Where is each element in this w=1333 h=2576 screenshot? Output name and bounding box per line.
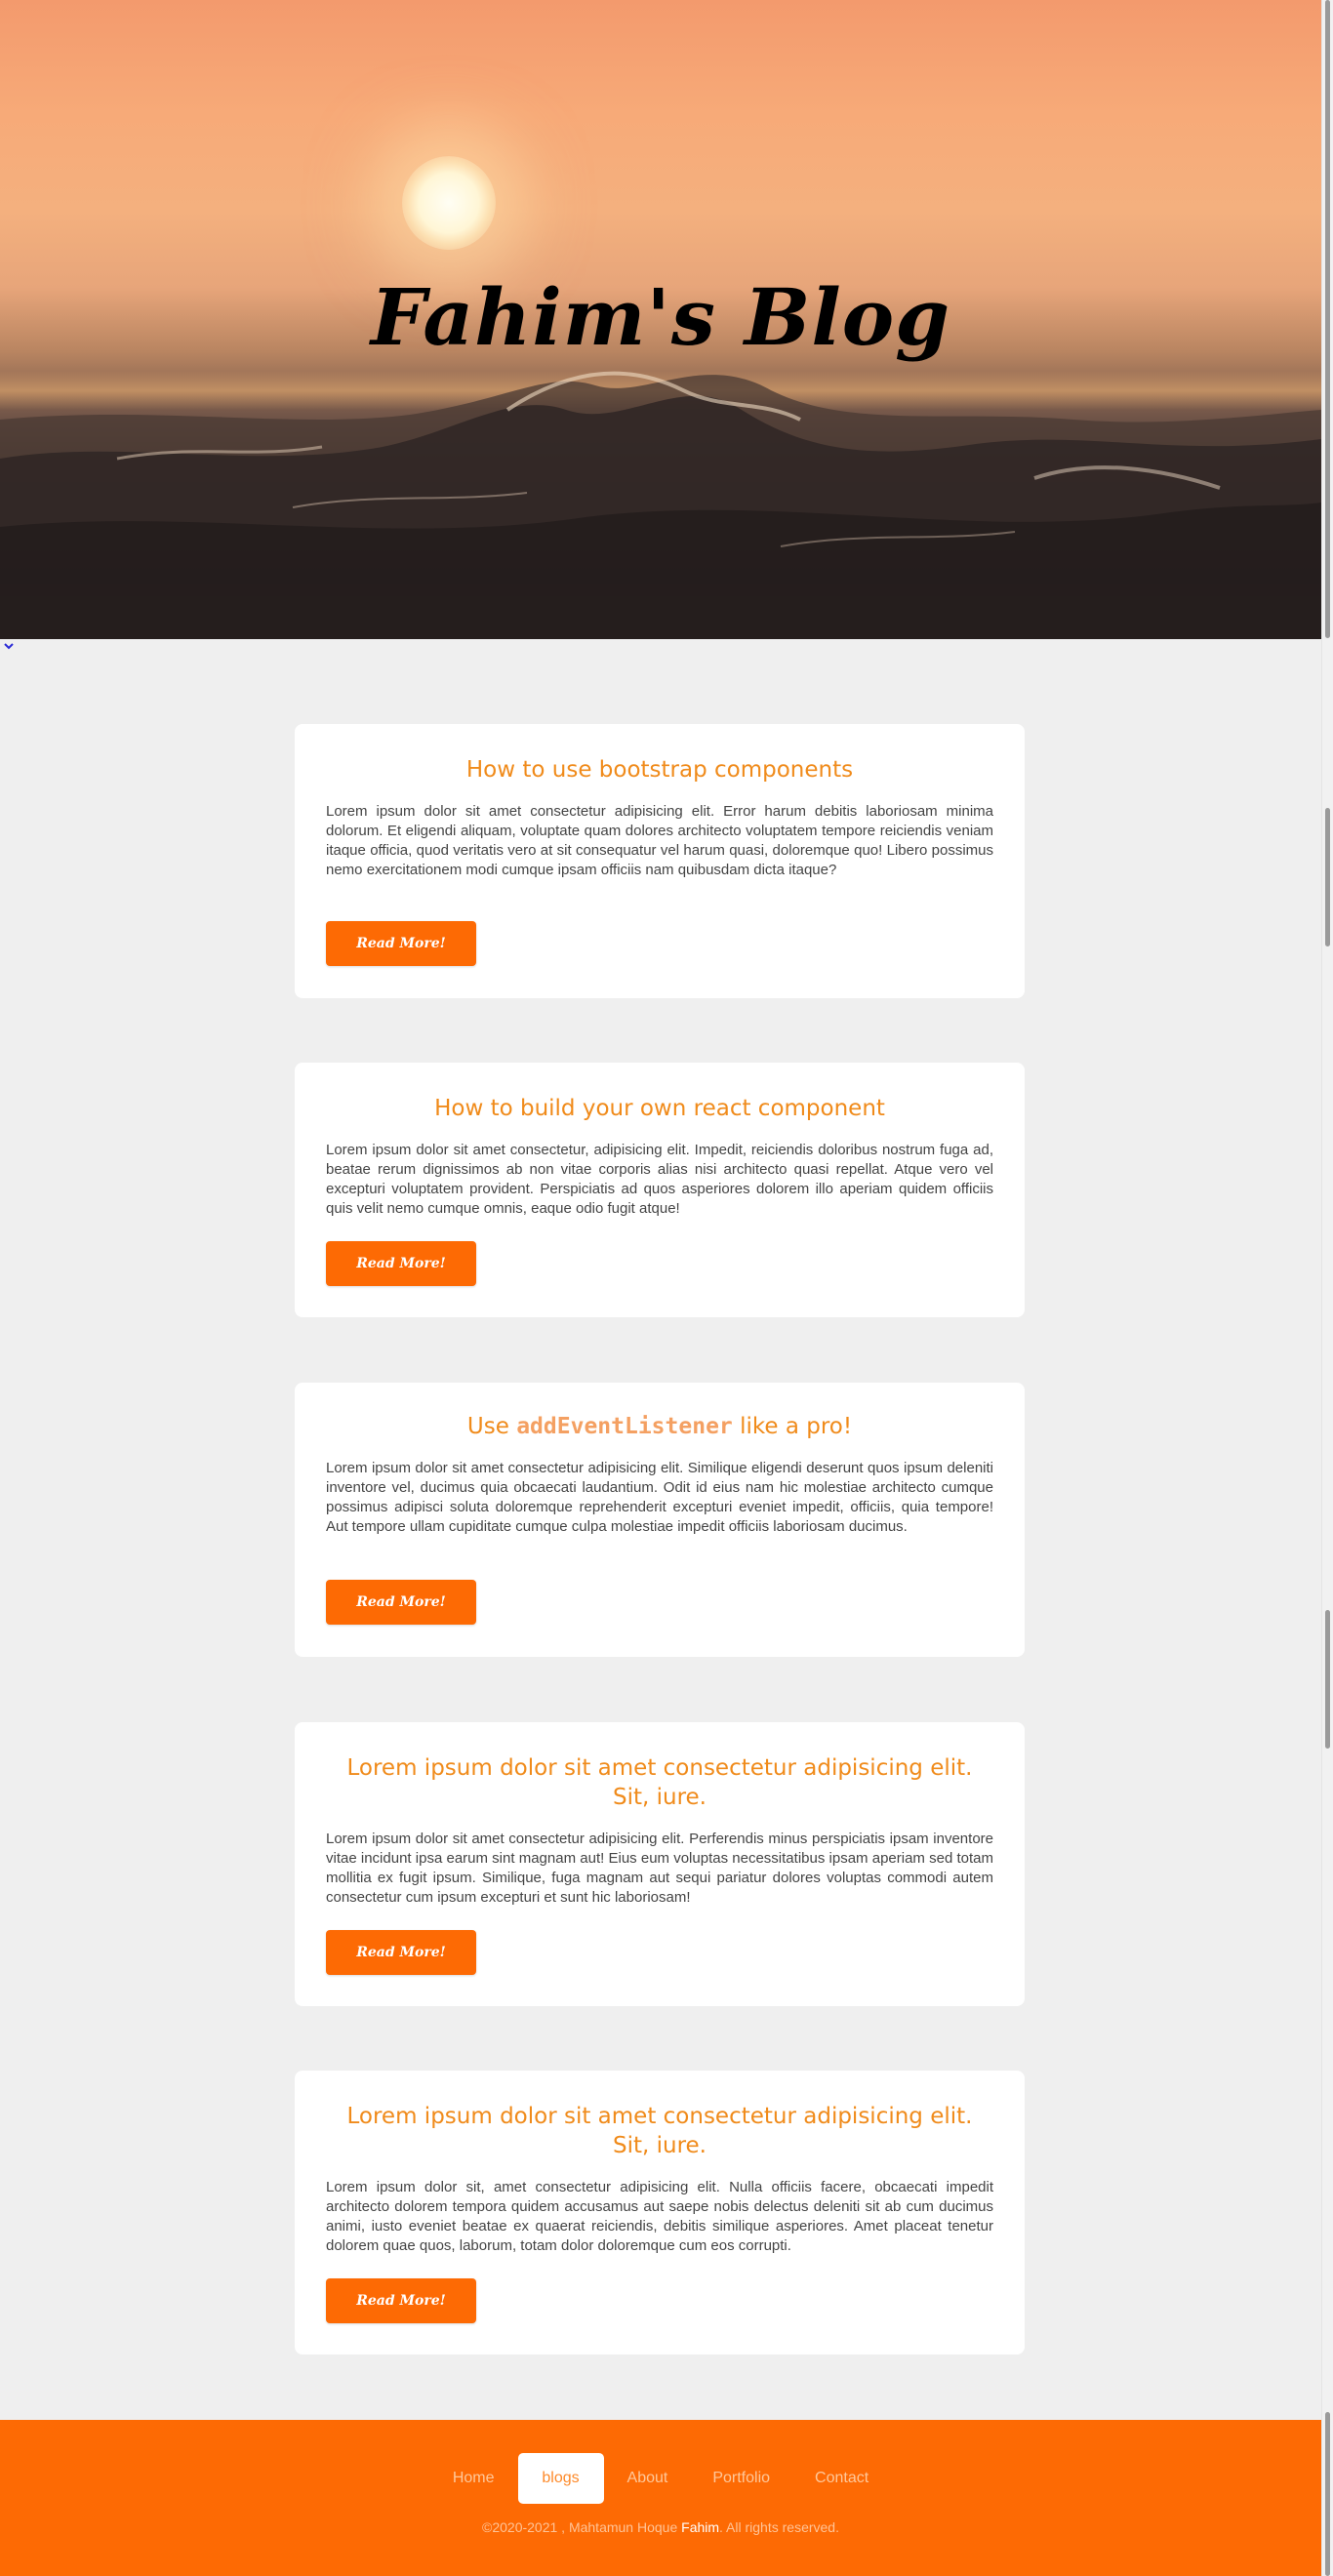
- scrollbar-thumb[interactable]: [1325, 1610, 1330, 1749]
- post-excerpt: Lorem ipsum dolor sit amet consectetur, …: [326, 1142, 993, 1217]
- post-title: How to use bootstrap components: [465, 757, 854, 783]
- post-title: Lorem ipsum dolor sit amet consectetur a…: [346, 1755, 973, 1810]
- nav-link-home[interactable]: Home: [431, 2453, 516, 2504]
- scrollbar-thumb[interactable]: [1325, 0, 1330, 638]
- site-title: Fahim's Blog: [370, 271, 951, 363]
- read-more-button[interactable]: Read More!: [326, 921, 476, 966]
- read-more-button[interactable]: Read More!: [326, 2278, 476, 2323]
- nav-link-portfolio[interactable]: Portfolio: [691, 2453, 791, 2504]
- post-card: Use addEventListener like a pro! Lorem i…: [295, 1383, 1025, 1657]
- post-title: Use addEventListener like a pro!: [326, 1383, 993, 1441]
- copyright-prefix: ©2020-2021 , Mahtamun Hoque: [482, 2519, 682, 2535]
- scrollbar-thumb[interactable]: [1325, 2412, 1330, 2576]
- post-title: Lorem ipsum dolor sit amet consectetur a…: [346, 2104, 973, 2158]
- read-more-button[interactable]: Read More!: [326, 1580, 476, 1625]
- post-card: Lorem ipsum dolor sit amet consectetur a…: [295, 2071, 1025, 2355]
- read-more-button[interactable]: Read More!: [326, 1241, 476, 1286]
- post-title: How to build your own react component: [434, 1096, 885, 1121]
- post-excerpt: Lorem ipsum dolor sit amet consectetur a…: [326, 1831, 993, 1906]
- post-excerpt: Lorem ipsum dolor sit, amet consectetur …: [326, 2179, 993, 2254]
- nav-link-contact[interactable]: Contact: [793, 2453, 890, 2504]
- post-card: How to build your own react component Lo…: [295, 1063, 1025, 1317]
- read-more-button[interactable]: Read More!: [326, 1930, 476, 1975]
- copyright-suffix: . All rights reserved.: [719, 2519, 839, 2535]
- copyright-text: ©2020-2021 , Mahtamun Hoque Fahim. All r…: [0, 2519, 1321, 2535]
- post-card: Lorem ipsum dolor sit amet consectetur a…: [295, 1722, 1025, 2006]
- copyright-name: Fahim: [681, 2519, 720, 2535]
- post-card: How to use bootstrap components Lorem ip…: [295, 724, 1025, 998]
- post-excerpt: Lorem ipsum dolor sit amet consectetur a…: [326, 803, 993, 878]
- hero-banner: Fahim's Blog: [0, 0, 1321, 639]
- post-title-code: addEventListener: [516, 1414, 733, 1439]
- nav-link-blogs[interactable]: blogs: [517, 2453, 604, 2504]
- site-footer: Home blogs About Portfolio Contact ©2020…: [0, 2420, 1321, 2576]
- post-excerpt: Lorem ipsum dolor sit amet consectetur a…: [326, 1460, 993, 1535]
- post-title-suffix: like a pro!: [732, 1414, 853, 1439]
- page-scrollbar[interactable]: [1321, 0, 1333, 2576]
- scrollbar-thumb[interactable]: [1325, 808, 1330, 946]
- nav-link-about[interactable]: About: [606, 2453, 690, 2504]
- footer-nav: Home blogs About Portfolio Contact: [0, 2453, 1321, 2504]
- post-title-prefix: Use: [466, 1414, 517, 1439]
- page: Fahim's Blog How to use bootstrap compon…: [0, 0, 1321, 2576]
- chevron-down-icon[interactable]: [2, 640, 16, 654]
